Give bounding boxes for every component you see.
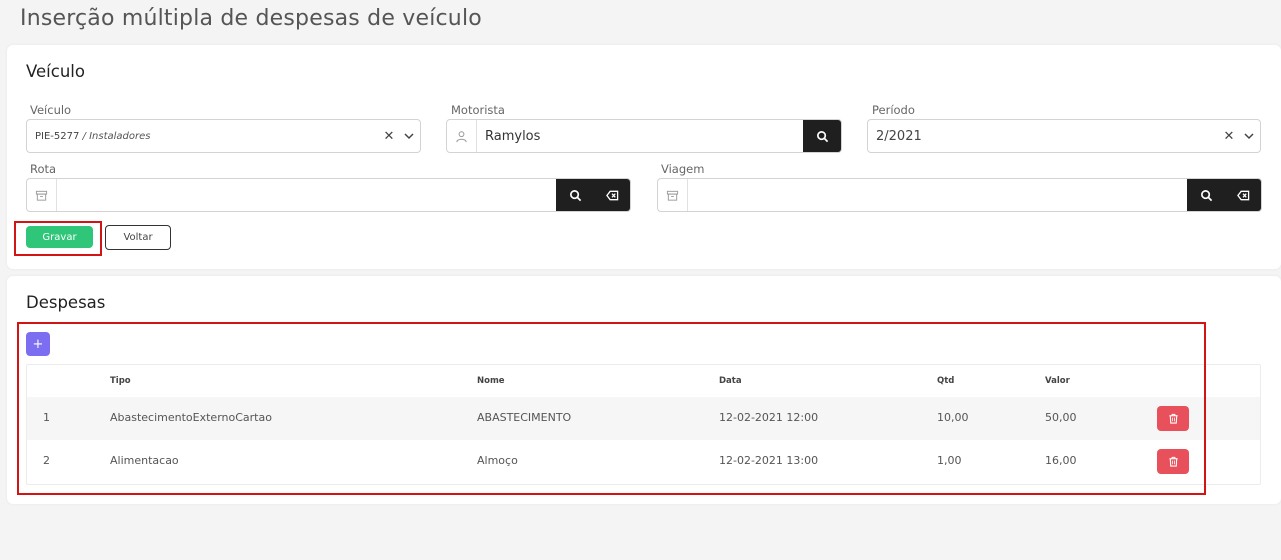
column-header-tipo: Tipo bbox=[110, 376, 131, 386]
page-title: Inserção múltipla de despesas de veículo bbox=[20, 6, 482, 31]
chevron-down-icon[interactable] bbox=[398, 120, 420, 152]
row-valor: 16,00 bbox=[1045, 454, 1077, 467]
row-data: 12-02-2021 12:00 bbox=[719, 411, 819, 424]
rota-clear-button[interactable] bbox=[594, 179, 630, 211]
delete-row-button[interactable] bbox=[1157, 406, 1189, 431]
veiculo-section-title: Veículo bbox=[26, 62, 85, 81]
column-header-qtd: Qtd bbox=[937, 376, 955, 386]
viagem-clear-button[interactable] bbox=[1225, 179, 1261, 211]
row-data: 12-02-2021 13:00 bbox=[719, 454, 819, 467]
backspace-icon bbox=[1236, 189, 1250, 202]
rota-field[interactable] bbox=[26, 178, 631, 212]
row-nome: Almoço bbox=[477, 454, 518, 467]
row-qtd: 1,00 bbox=[937, 454, 962, 467]
x-icon[interactable]: ✕ bbox=[1220, 129, 1238, 144]
column-header-nome: Nome bbox=[477, 376, 505, 386]
archive-icon bbox=[27, 179, 57, 211]
x-icon[interactable]: ✕ bbox=[380, 129, 398, 144]
column-header-valor: Valor bbox=[1045, 376, 1070, 386]
row-qtd: 10,00 bbox=[937, 411, 969, 424]
add-despesa-button[interactable]: + bbox=[26, 332, 50, 356]
search-icon bbox=[816, 130, 829, 143]
table-header: Tipo Nome Data Qtd Valor bbox=[27, 365, 1260, 397]
periodo-selected-value: 2/2021 bbox=[876, 128, 922, 144]
rota-search-button[interactable] bbox=[556, 179, 594, 211]
row-nome: ABASTECIMENTO bbox=[477, 411, 572, 424]
rota-label: Rota bbox=[30, 162, 57, 176]
backspace-icon bbox=[605, 189, 619, 202]
viagem-search-button[interactable] bbox=[1187, 179, 1225, 211]
veiculo-label: Veículo bbox=[30, 103, 72, 117]
veiculo-select[interactable]: PIE-5277 / Instaladores ✕ bbox=[26, 119, 421, 153]
despesas-section-title: Despesas bbox=[26, 293, 106, 312]
veiculo-card: Veículo Veículo PIE-5277 / Instaladores … bbox=[7, 45, 1281, 269]
veiculo-selected-value: PIE-5277 / Instaladores bbox=[35, 130, 151, 142]
viagem-field[interactable] bbox=[657, 178, 1262, 212]
periodo-label: Período bbox=[872, 103, 915, 117]
row-tipo: AbastecimentoExternoCartao bbox=[110, 411, 272, 424]
column-header-data: Data bbox=[719, 376, 742, 386]
table-row: 2 Alimentacao Almoço 12-02-2021 13:00 1,… bbox=[27, 440, 1260, 483]
chevron-down-icon[interactable] bbox=[1238, 120, 1260, 152]
viagem-input[interactable] bbox=[688, 179, 1187, 211]
row-valor: 50,00 bbox=[1045, 411, 1077, 424]
voltar-button[interactable]: Voltar bbox=[105, 225, 171, 250]
trash-icon bbox=[1168, 413, 1179, 424]
rota-input[interactable] bbox=[57, 179, 556, 211]
row-number: 1 bbox=[43, 411, 50, 424]
search-icon bbox=[1200, 189, 1213, 202]
table-row: 1 AbastecimentoExternoCartao ABASTECIMEN… bbox=[27, 397, 1260, 440]
archive-icon bbox=[658, 179, 688, 211]
delete-row-button[interactable] bbox=[1157, 449, 1189, 474]
periodo-select[interactable]: 2/2021 ✕ bbox=[867, 119, 1261, 153]
gravar-button[interactable]: Gravar bbox=[26, 226, 93, 248]
motorista-search-button[interactable] bbox=[803, 120, 841, 152]
trash-icon bbox=[1168, 456, 1179, 467]
viagem-label: Viagem bbox=[661, 162, 705, 176]
despesas-table: Tipo Nome Data Qtd Valor 1 Abastecimento… bbox=[26, 364, 1261, 485]
motorista-label: Motorista bbox=[451, 103, 505, 117]
despesas-card: Despesas + Tipo Nome Data Qtd Valor 1 Ab… bbox=[7, 276, 1281, 504]
row-tipo: Alimentacao bbox=[110, 454, 179, 467]
row-number: 2 bbox=[43, 454, 50, 467]
search-icon bbox=[569, 189, 582, 202]
user-icon bbox=[447, 120, 477, 152]
motorista-field[interactable]: Ramylos bbox=[446, 119, 842, 153]
motorista-input[interactable]: Ramylos bbox=[477, 120, 803, 152]
